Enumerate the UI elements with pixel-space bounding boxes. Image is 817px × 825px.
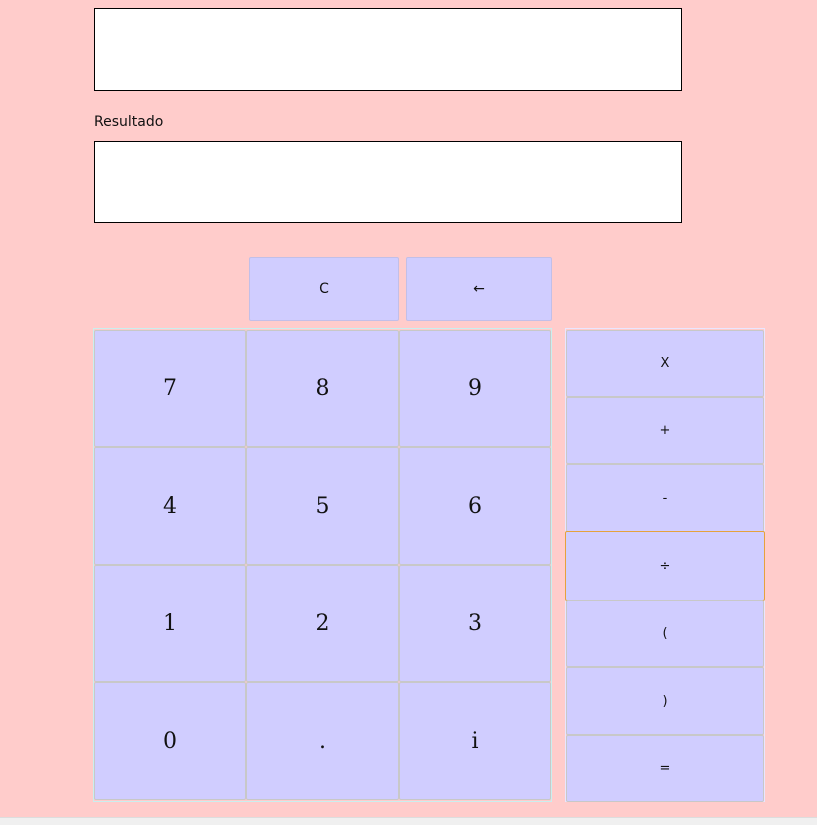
open-parenthesis-button[interactable]: (	[566, 600, 764, 667]
digit-3-button[interactable]: 3	[399, 565, 551, 682]
digit-6-button[interactable]: 6	[399, 447, 551, 565]
subtract-button[interactable]: -	[566, 464, 764, 532]
close-parenthesis-button[interactable]: )	[566, 667, 764, 735]
digit-4-button[interactable]: 4	[94, 447, 246, 565]
decimal-point-button[interactable]: .	[246, 682, 399, 800]
digit-0-button[interactable]: 0	[94, 682, 246, 800]
equals-button[interactable]: =	[566, 735, 764, 802]
clear-button[interactable]: C	[249, 257, 399, 321]
result-field[interactable]	[94, 141, 682, 223]
expression-input[interactable]	[94, 8, 682, 91]
backspace-button[interactable]: ←	[406, 257, 552, 321]
digit-9-button[interactable]: 9	[399, 330, 551, 447]
imaginary-unit-button[interactable]: i	[399, 682, 551, 800]
multiply-button[interactable]: X	[566, 330, 764, 397]
digit-1-button[interactable]: 1	[94, 565, 246, 682]
digit-2-button[interactable]: 2	[246, 565, 399, 682]
digit-8-button[interactable]: 8	[246, 330, 399, 447]
divide-button[interactable]: ÷	[565, 531, 765, 601]
add-button[interactable]: +	[566, 397, 764, 464]
result-label: Resultado	[94, 114, 164, 130]
bottom-bar	[0, 817, 817, 825]
digit-7-button[interactable]: 7	[94, 330, 246, 447]
digit-5-button[interactable]: 5	[246, 447, 399, 565]
